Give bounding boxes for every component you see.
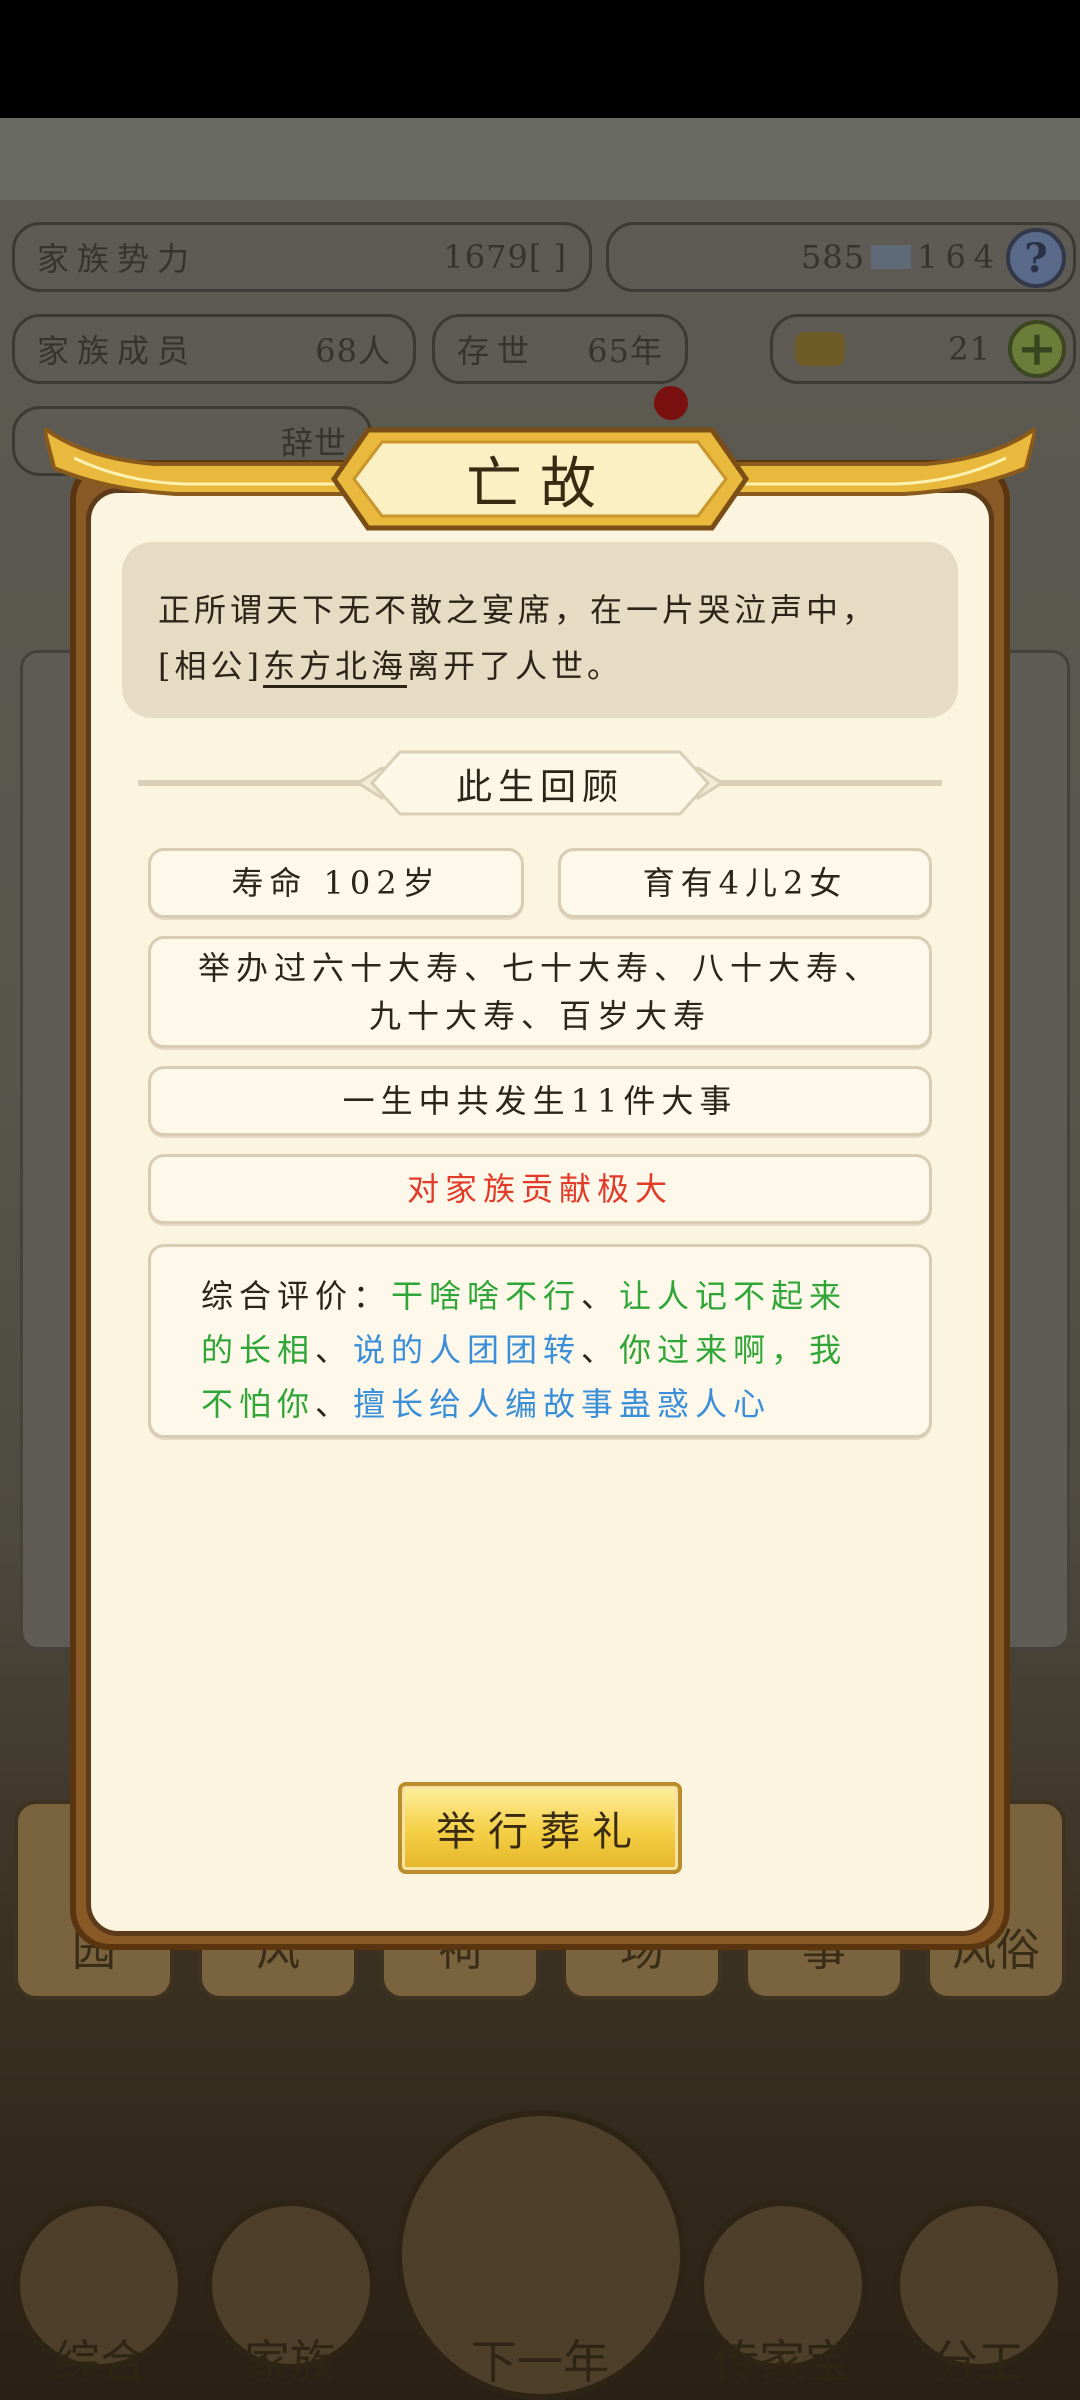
years-value: 65年 [587,332,663,370]
years-label: 存世 [457,332,538,370]
silver-icon [871,245,912,269]
dialog-title: 亡故 [466,451,614,517]
trait-3: 说的人团团转 [353,1331,582,1369]
status-bar [0,0,1080,118]
trait-separator: 、 [581,1331,620,1369]
evaluation-label: 综合评价： [201,1277,392,1315]
contribution-card: 对家族贡献极大 [148,1154,932,1224]
silver-value: 585 [801,238,866,276]
trait-separator: 、 [315,1331,354,1369]
members-value: 68人 [315,332,391,370]
birthdays-card: 举办过六十大寿、七十大寿、八十大寿、九十大寿、百岁大寿 [148,936,932,1048]
family-power-value: 1679[ ] [443,238,567,276]
nav-overview-label[interactable]: 综合 [10,2326,190,2392]
years-stat: 存世 65年 [432,314,688,384]
notification-dot-icon [654,386,688,420]
trait-separator: 、 [581,1277,620,1315]
family-power-label: 家族势力 [37,240,198,278]
gold-ingot-icon [795,332,845,366]
top-bar [0,118,1080,200]
message-suffix: 离开了人世。 [407,647,624,685]
trait-separator: 、 [315,1385,354,1423]
hold-funeral-button[interactable]: 举行葬礼 [398,1782,682,1874]
nav-family-label[interactable]: 家族 [200,2326,380,2392]
coins-value: 164 [917,238,1003,276]
members-label: 家族成员 [37,332,198,370]
nav-heirloom-label[interactable]: 传家宝 [692,2326,872,2392]
nav-assign-label[interactable]: 分工 [888,2326,1068,2392]
death-message: 正所谓天下无不散之宴席，在一片哭泣声中，[相公]东方北海离开了人世。 [122,542,958,718]
lifespan-card: 寿命 102岁 [148,848,524,918]
events-card: 一生中共发生11件大事 [148,1066,932,1136]
members-stat[interactable]: 家族成员 68人 [12,314,416,384]
help-icon[interactable]: ? [1006,228,1066,288]
trait-5: 擅长给人编故事蛊惑人心 [353,1385,772,1423]
trait-1: 干啥啥不行 [391,1277,582,1315]
evaluation-card: 综合评价：干啥啥不行、让人记不起来的长相、说的人团团转、你过来啊，我不怕你、擅长… [148,1244,932,1438]
section-title: 此生回顾 [455,767,624,808]
nav-next-year-label[interactable]: 下一年 [420,2326,660,2392]
evaluation-text: 综合评价：干啥啥不行、让人记不起来的长相、说的人团团转、你过来啊，我不怕你、擅长… [201,1269,879,1431]
children-card: 育有4儿2女 [558,848,932,918]
family-power-stat[interactable]: 家族势力 1679[ ] [12,222,592,292]
plus-icon[interactable]: + [1008,320,1066,378]
gold-value: 21 [948,330,991,368]
deceased-name: 东方北海 [262,647,407,688]
